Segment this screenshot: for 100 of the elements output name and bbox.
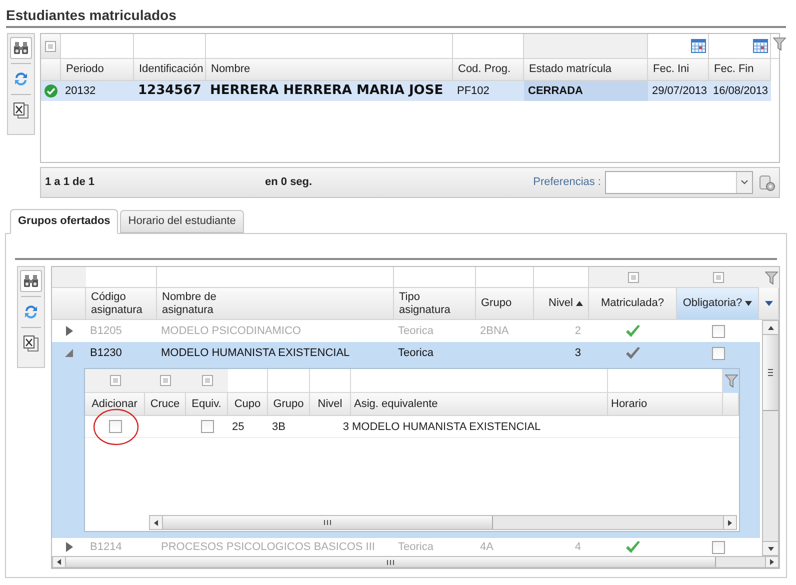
checkbox[interactable] — [108, 420, 122, 434]
scroll-thumb[interactable] — [66, 557, 716, 567]
table-cell-text: PROCESOS PSICOLOGICOS BASICOS III — [160, 540, 376, 556]
filter-cell[interactable] — [589, 267, 677, 288]
horizontal-scrollbar[interactable] — [149, 515, 737, 530]
column-header[interactable]: Cupo — [228, 393, 268, 416]
left-arrow-icon — [57, 559, 61, 566]
filter-cell[interactable] — [394, 267, 476, 288]
column-header[interactable]: Código asignatura — [86, 288, 157, 320]
scroll-thumb[interactable] — [163, 516, 493, 530]
column-menu-icon[interactable] — [764, 301, 772, 306]
search-button[interactable] — [10, 37, 32, 59]
collapse-triangle-icon[interactable] — [65, 349, 73, 358]
header-cell — [52, 288, 86, 320]
filter-cell[interactable] — [524, 34, 648, 59]
column-header[interactable]: Estado matrícula — [524, 59, 648, 81]
column-header[interactable]: Equiv. — [186, 393, 228, 416]
up-arrow-icon — [768, 326, 774, 330]
filter-cell[interactable] — [134, 34, 206, 59]
column-header[interactable]: Asig. equivalente — [351, 393, 608, 416]
filter-checkbox[interactable] — [45, 40, 56, 52]
column-header[interactable]: Horario — [608, 393, 723, 416]
column-header[interactable]: Cod. Prog. — [453, 59, 524, 81]
spreadsheet-icon — [23, 334, 39, 352]
section-title: Estudiantes matriculados — [6, 6, 786, 28]
grip-icon — [768, 369, 773, 376]
search-button[interactable] — [20, 270, 42, 292]
filter-cell[interactable] — [476, 267, 534, 288]
student-row[interactable]: 20132 1234567 HERRERA HERRERA MARIA JOSE PF102 CERRADA 29/07/2013 16/08/2013 — [41, 81, 771, 101]
scroll-left-button[interactable] — [150, 516, 163, 530]
filter-cell[interactable] — [453, 34, 524, 59]
column-header[interactable]: Fec. Fin — [709, 59, 771, 81]
tab[interactable]: Horario del estudiante — [120, 210, 244, 233]
record-count: 1 a 1 de 1 — [45, 175, 96, 190]
scroll-down-button[interactable] — [763, 541, 778, 556]
table-cell-text: MODELO PSICODINAMICO — [160, 324, 302, 340]
scroll-right-button[interactable] — [723, 516, 736, 530]
filter-cell[interactable] — [85, 369, 145, 394]
table-cell-text: 29/07/2013 — [651, 84, 708, 99]
filter-cell[interactable] — [186, 369, 228, 394]
filter-cell[interactable] — [86, 267, 157, 288]
column-header[interactable]: Identificación — [134, 59, 206, 81]
column-header[interactable]: Adicionar — [85, 393, 145, 416]
grip-icon — [324, 520, 331, 526]
course-row[interactable]: B1230 MODELO HUMANISTA EXISTENCIAL Teorica 3 — [52, 342, 760, 364]
filter-cell[interactable] — [157, 267, 394, 288]
vertical-scrollbar[interactable] — [762, 320, 779, 556]
calendar-icon[interactable] — [753, 39, 768, 53]
refresh-icon — [13, 71, 29, 87]
table-cell-text: PF102 — [456, 84, 490, 99]
left-arrow-icon — [154, 520, 158, 526]
filter-cell[interactable] — [709, 34, 771, 59]
column-header[interactable]: Matriculada? — [589, 288, 677, 320]
preferences-select[interactable] — [605, 171, 753, 194]
tab[interactable]: Grupos ofertados — [10, 209, 118, 234]
column-header[interactable]: Nivel — [310, 393, 351, 416]
column-header[interactable]: Cruce — [145, 393, 186, 416]
filter-checkbox[interactable] — [110, 375, 120, 386]
column-header[interactable]: Nombre de asignatura — [157, 288, 394, 320]
column-header[interactable]: Periodo — [61, 59, 134, 81]
table-cell-text: 3B — [271, 420, 286, 435]
column-header[interactable]: Nivel — [534, 288, 589, 320]
column-header[interactable]: Tipo asignatura — [394, 288, 476, 320]
checkbox[interactable] — [712, 346, 724, 360]
filter-checkbox[interactable] — [160, 375, 171, 386]
column-header[interactable]: Grupo — [476, 288, 534, 320]
filter-icon[interactable] — [773, 37, 786, 51]
table-cell: CERRADA — [524, 81, 648, 101]
calendar-icon[interactable] — [691, 39, 706, 53]
scroll-right-button[interactable] — [765, 557, 778, 567]
table-cell-text: MODELO HUMANISTA EXISTENCIAL — [160, 346, 351, 362]
preferences-label: Preferencias : — [533, 175, 601, 190]
table-cell-text: 1234567 — [137, 82, 202, 100]
filter-icon[interactable] — [765, 270, 778, 285]
scroll-left-button[interactable] — [53, 557, 66, 567]
filter-cell[interactable] — [648, 34, 709, 59]
binoculars-icon — [13, 41, 29, 55]
filter-cell[interactable] — [61, 34, 134, 59]
table-cell-text: B1214 — [89, 540, 123, 556]
column-header[interactable]: Nombre — [206, 59, 453, 81]
column-header[interactable]: Fec. Ini — [648, 59, 709, 81]
column-header[interactable]: Grupo — [268, 393, 310, 416]
table-cell-text: Teorica — [397, 540, 434, 556]
scroll-up-button[interactable] — [763, 321, 778, 336]
scroll-thumb[interactable] — [763, 335, 778, 412]
table-cell-text: MODELO HUMANISTA EXISTENCIAL — [351, 420, 542, 435]
filter-checkbox[interactable] — [712, 272, 724, 283]
filter-checkbox[interactable] — [628, 272, 638, 283]
settings-icon[interactable] — [758, 174, 776, 192]
table-cell-text: Teorica — [397, 346, 434, 362]
filter-cell[interactable] — [206, 34, 453, 59]
checkbox[interactable] — [200, 420, 214, 434]
filter-icon[interactable] — [724, 374, 738, 388]
table-cell-text: Teorica — [397, 324, 434, 340]
table-cell-text: 16/08/2013 — [712, 84, 770, 99]
column-header[interactable]: Obligatoria? — [677, 288, 759, 320]
horizontal-scrollbar[interactable] — [52, 556, 779, 568]
filter-cell[interactable] — [534, 267, 589, 288]
table-cell-text: B1205 — [89, 324, 123, 340]
filter-checkbox[interactable] — [202, 375, 212, 386]
